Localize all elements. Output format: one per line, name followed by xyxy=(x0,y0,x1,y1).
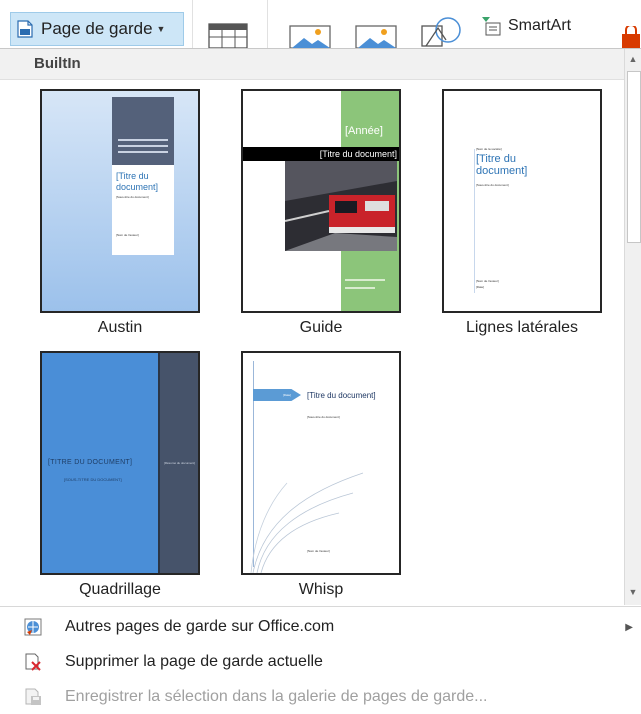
menu-item-label: Enregistrer la sélection dans la galerie… xyxy=(65,688,488,705)
template-title-text: [Titre du document] xyxy=(476,153,528,177)
builtin-section-header: BuiltIn xyxy=(0,49,624,80)
smartart-label: SmartArt xyxy=(508,17,572,34)
ribbon-separator xyxy=(192,0,193,48)
ribbon-separator xyxy=(267,0,268,48)
template-name: Whisp xyxy=(298,581,344,598)
template-thumbnail: [TITRE DU DOCUMENT] [SOUS-TITRE DU DOCUM… xyxy=(40,351,200,575)
menu-item-label: Autres pages de garde sur Office.com xyxy=(65,618,335,635)
submenu-arrow-icon: ▶ xyxy=(625,621,633,633)
template-date-text: [Date] xyxy=(476,285,485,289)
template-subtitle-text: [Sous-titre du document] xyxy=(116,195,149,199)
thumbnail-content-panel: [Titre du document] [Sous-titre du docum… xyxy=(112,165,174,255)
thumbnail-abstract-block xyxy=(112,97,174,165)
template-author-text: [Nom de l'auteur] xyxy=(116,233,139,237)
menu-item-more-covers[interactable]: Autres pages de garde sur Office.com ▶ xyxy=(0,610,641,644)
template-title-text: [TITRE DU DOCUMENT] xyxy=(48,459,133,466)
store-icon[interactable] xyxy=(620,26,641,48)
template-thumbnail: [Nom de la société] [Titre du document] … xyxy=(442,89,602,313)
template-thumbnail: [Titre du document] [Sous-titre du docum… xyxy=(40,89,200,313)
template-thumbnail: [Date] [Titre du document] [Sous-titre d… xyxy=(241,351,401,575)
table-icon[interactable] xyxy=(208,18,248,48)
menu-item-label: Supprimer la page de garde actuelle xyxy=(65,653,323,670)
scroll-up-icon[interactable]: ▲ xyxy=(625,51,641,68)
save-to-gallery-icon xyxy=(25,688,41,705)
thumbnail-line xyxy=(345,279,385,281)
template-year-text: [Année] xyxy=(345,125,383,137)
template-title-text: [Titre du document] xyxy=(307,391,376,400)
chevron-down-icon: ▼ xyxy=(156,24,166,34)
smartart-button[interactable]: SmartArt xyxy=(480,15,571,37)
template-summary-text: [Résumé du document] xyxy=(164,461,196,465)
template-date-text: [Date] xyxy=(253,389,301,401)
template-name: Lignes latérales xyxy=(465,319,579,336)
remove-cover-icon xyxy=(25,653,41,671)
cover-page-label: Page de garde xyxy=(41,19,153,38)
office-web-icon xyxy=(24,618,42,636)
template-subtitle-text: [Sous-titre du document] xyxy=(476,183,509,187)
template-author-text: [Nom de l'auteur] xyxy=(307,549,330,553)
whisp-swirl-graphic xyxy=(250,472,364,573)
online-pictures-icon[interactable] xyxy=(354,18,398,48)
scroll-thumb[interactable] xyxy=(627,71,641,243)
scroll-down-icon[interactable]: ▼ xyxy=(625,584,641,601)
shapes-icon[interactable] xyxy=(420,16,464,48)
template-author-text: [Nom de l'auteur] xyxy=(476,279,499,283)
menu-divider xyxy=(0,606,641,607)
template-name: Quadrillage xyxy=(79,581,161,598)
ribbon-insert-pages: Page de garde ▼ SmartArt xyxy=(0,0,641,48)
menu-item-remove-cover[interactable]: Supprimer la page de garde actuelle xyxy=(0,645,641,679)
template-name: Guide xyxy=(299,319,343,336)
builtin-section-label: BuiltIn xyxy=(34,55,81,72)
pictures-icon[interactable] xyxy=(288,18,332,48)
smartart-icon xyxy=(482,17,501,36)
thumbnail-line xyxy=(345,287,375,289)
cover-page-gallery: BuiltIn ▲ ▼ [Titre du document] [Sous-ti… xyxy=(0,48,641,710)
cover-page-button[interactable]: Page de garde ▼ xyxy=(10,12,184,46)
template-thumbnail: [Année] [Titre du document] xyxy=(241,89,401,313)
template-name: Austin xyxy=(97,319,143,336)
template-title-text: [Titre du document] xyxy=(116,171,159,192)
template-subtitle-text: [SOUS-TITRE DU DOCUMENT] xyxy=(64,477,122,482)
cover-page-icon xyxy=(17,20,33,38)
template-company-text: [Nom de la société] xyxy=(476,147,502,151)
template-subtitle-text: [Sous-titre du document] xyxy=(307,415,340,419)
train-photo xyxy=(285,161,397,251)
template-title-text: [Titre du document] xyxy=(243,147,399,161)
